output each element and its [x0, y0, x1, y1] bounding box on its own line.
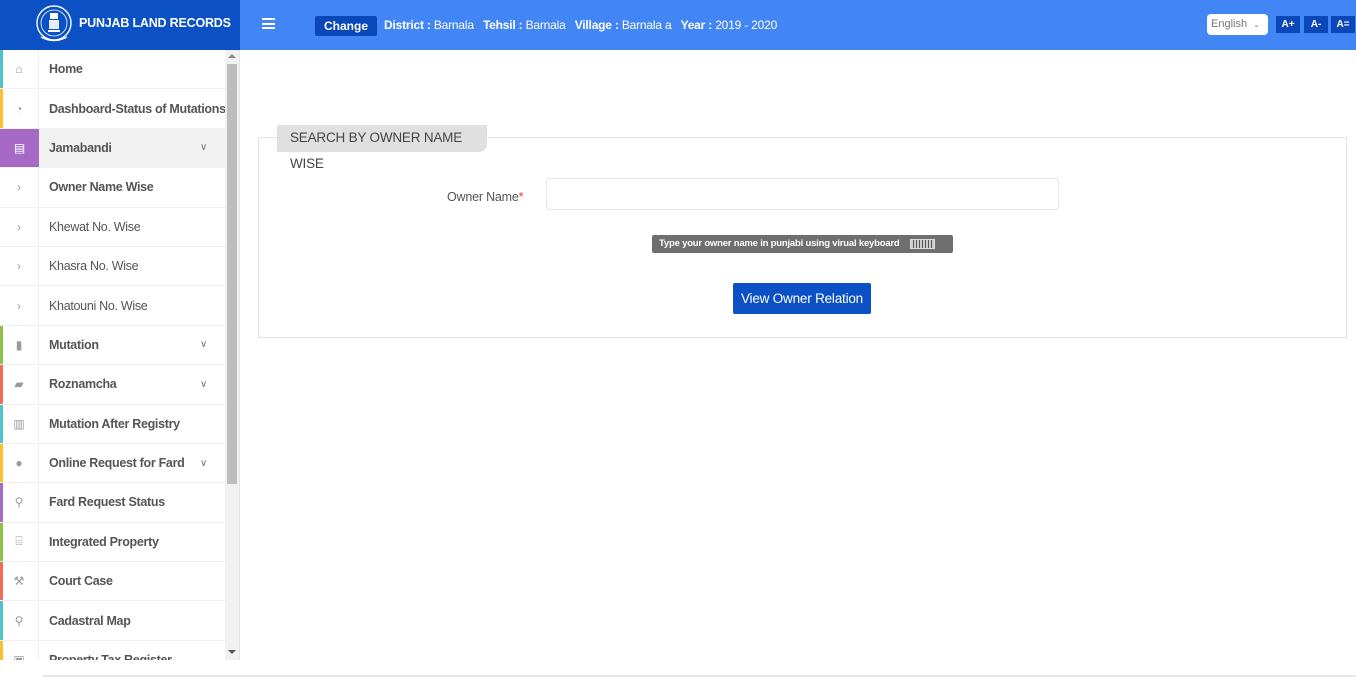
chevron-down-icon: ∨ — [200, 142, 208, 154]
village-label: Village : — [574, 18, 619, 32]
sidebar-item-label: Online Request for Fard — [49, 456, 185, 471]
font-reset-button[interactable]: A= — [1331, 16, 1355, 33]
sidebar-item-roznamcha[interactable]: ▰ Roznamcha ∨ — [0, 365, 239, 405]
sidebar-item-label: Jamabandi — [49, 140, 112, 155]
app-title: PUNJAB LAND RECORDS — [79, 16, 231, 30]
chevron-down-icon: ⌄ — [1253, 20, 1260, 29]
bank-icon: ⌸ — [0, 522, 39, 562]
sidebar-menu: ⌂ Home ◔ Dashboard-Status of Mutations ▤ Jama… — [0, 50, 239, 660]
owner-name-input[interactable] — [546, 178, 1059, 210]
scrollbar-thumb[interactable] — [227, 64, 237, 484]
chevron-right-icon: › — [0, 286, 39, 325]
sidebar-item-home[interactable]: ⌂ Home — [0, 50, 239, 90]
keyboard-hint-text: Type your owner name in punjabi using vi… — [659, 238, 900, 249]
tehsil-value: Barnala — [525, 18, 566, 32]
sidebar-item-property-tax-register[interactable]: ▣ Property Tax Register — [0, 640, 239, 660]
scroll-down-arrow-icon[interactable] — [228, 650, 236, 654]
sidebar: ⌂ Home ◔ Dashboard-Status of Mutations ▤ Jama… — [0, 50, 240, 660]
sidebar-scrollbar[interactable] — [225, 50, 239, 660]
file-icon: ▮ — [0, 325, 39, 365]
map-marker-icon: ⚲ — [0, 601, 39, 640]
section-title: SEARCH BY OWNER NAME WISE — [277, 125, 487, 171]
sidebar-item-khasra-no-wise[interactable]: › Khasra No. Wise — [0, 246, 239, 287]
gavel-icon: ⚒ — [0, 562, 39, 601]
sidebar-item-cadastral-map[interactable]: ⚲ Cadastral Map — [0, 601, 239, 641]
sidebar-item-label: Khewat No. Wise — [49, 219, 141, 234]
drop-icon: ● — [0, 443, 39, 483]
font-increase-button[interactable]: A+ — [1276, 16, 1300, 33]
chevron-right-icon: › — [0, 246, 39, 286]
punjab-emblem-icon — [36, 5, 72, 42]
sidebar-item-khatouni-no-wise[interactable]: › Khatouni No. Wise — [0, 286, 239, 326]
sidebar-item-integrated-property[interactable]: ⌸ Integrated Property — [0, 522, 239, 563]
sidebar-item-label: Roznamcha — [49, 377, 117, 392]
language-select[interactable]: English ⌄ — [1207, 14, 1268, 35]
keyboard-icon[interactable] — [910, 239, 935, 249]
sidebar-item-mutation-after-registry[interactable]: ▥ Mutation After Registry — [0, 404, 239, 444]
owner-name-label: Owner Name* — [447, 190, 523, 204]
sidebar-item-label: Owner Name Wise — [49, 180, 154, 195]
location-context: District : Barnala Tehsil : Barnala Vill… — [384, 18, 783, 32]
sidebar-item-label: Dashboard-Status of Mutations — [49, 101, 226, 116]
year-label: Year : — [680, 18, 713, 32]
tehsil-label: Tehsil : — [482, 18, 523, 32]
district-value: Barnala — [433, 18, 474, 32]
home-icon: ⌂ — [0, 50, 39, 89]
sidebar-item-label: Integrated Property — [49, 534, 159, 549]
language-value: English — [1211, 18, 1248, 30]
district-label: District : — [384, 18, 431, 32]
chevron-down-icon: ∨ — [200, 339, 208, 351]
newspaper-icon: ▤ — [0, 128, 39, 168]
change-location-button[interactable]: Change — [315, 16, 377, 36]
sidebar-item-online-request-for-fard[interactable]: ● Online Request for Fard ∨ — [0, 443, 239, 484]
sidebar-item-label: Property Tax Register — [49, 653, 172, 660]
virtual-keyboard-hint[interactable]: Type your owner name in punjabi using vi… — [652, 235, 953, 253]
brand[interactable]: PUNJAB LAND RECORDS — [0, 0, 240, 50]
sidebar-item-label: Khasra No. Wise — [49, 259, 139, 274]
register-icon: ▣ — [0, 640, 39, 660]
sidebar-item-dashboard-status-of-mutations[interactable]: ◔ Dashboard-Status of Mutations — [0, 89, 239, 129]
book-icon: ▰ — [0, 365, 39, 404]
dashboard-icon: ◔ — [0, 89, 39, 128]
sidebar-item-jamabandi[interactable]: ▤ Jamabandi ∨ — [0, 128, 239, 169]
sidebar-item-khewat-no-wise[interactable]: › Khewat No. Wise — [0, 207, 239, 247]
sidebar-item-label: Fard Request Status — [49, 495, 165, 510]
chevron-right-icon: › — [0, 168, 39, 207]
sidebar-item-owner-name-wise[interactable]: › Owner Name Wise — [0, 168, 239, 208]
year-value: 2019 - 2020 — [715, 18, 778, 32]
sidebar-item-court-case[interactable]: ⚒ Court Case — [0, 562, 239, 602]
sidebar-item-label: Mutation After Registry — [49, 416, 180, 431]
search-icon: ⚲ — [0, 483, 39, 522]
sidebar-item-label: Khatouni No. Wise — [49, 298, 148, 313]
top-navbar: PUNJAB LAND RECORDS Change District : Ba… — [0, 0, 1356, 50]
sidebar-item-mutation[interactable]: ▮ Mutation ∨ — [0, 325, 239, 366]
chevron-down-icon: ∨ — [200, 457, 208, 469]
view-owner-relation-button[interactable]: View Owner Relation — [733, 283, 871, 314]
village-value: Barnala a — [621, 18, 672, 32]
sidebar-item-fard-request-status[interactable]: ⚲ Fard Request Status — [0, 483, 239, 523]
chevron-right-icon: › — [0, 207, 39, 246]
chevron-down-icon: ∨ — [200, 378, 208, 390]
briefcase-icon: ▥ — [0, 404, 39, 443]
sidebar-item-label: Mutation — [49, 337, 99, 352]
sidebar-item-label: Court Case — [49, 574, 113, 589]
required-mark: * — [518, 190, 524, 204]
sidebar-item-label: Cadastral Map — [49, 613, 131, 628]
font-decrease-button[interactable]: A- — [1304, 16, 1328, 33]
sidebar-item-label: Home — [49, 62, 83, 77]
owner-name-label-text: Owner Name — [447, 190, 519, 204]
hamburger-icon[interactable] — [262, 18, 275, 29]
scroll-up-arrow-icon[interactable] — [228, 54, 236, 58]
